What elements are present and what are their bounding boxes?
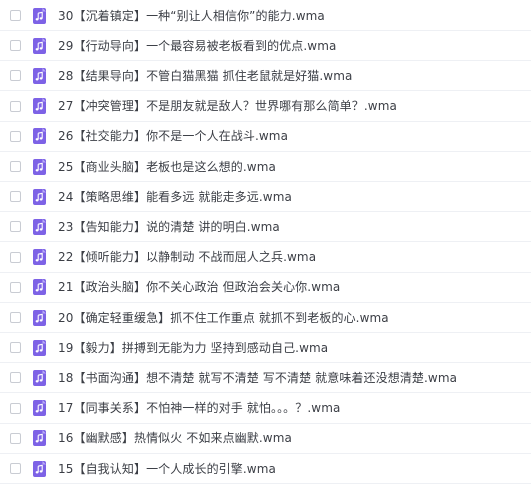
file-name[interactable]: 26【社交能力】你不是一个人在战斗.wma <box>58 129 288 143</box>
audio-file-icon <box>33 400 46 417</box>
file-row[interactable]: 27【冲突管理】不是朋友就是敌人？世界哪有那么简单？.wma <box>0 92 531 122</box>
row-checkbox[interactable] <box>10 40 21 52</box>
row-checkbox[interactable] <box>10 10 21 21</box>
row-checkbox[interactable] <box>10 251 21 263</box>
audio-file-icon <box>33 67 46 84</box>
audio-file-icon <box>33 460 46 477</box>
audio-file-icon <box>33 128 46 145</box>
file-row[interactable]: 29【行动导向】一个最容易被老板看到的优点.wma <box>0 31 531 62</box>
file-name[interactable]: 24【策略思维】能看多远 就能走多远.wma <box>58 190 292 204</box>
file-name[interactable]: 16【幽默感】热情似火 不如来点幽默.wma <box>58 431 292 445</box>
file-list: 30【沉着镇定】一种“别让人相信你”的能力.wma 29【行动导向】一个最容易被老… <box>0 0 531 485</box>
audio-file-icon <box>33 430 46 447</box>
file-row[interactable]: 20【确定轻重缓急】抓不住工作重点 就抓不到老板的心.wma <box>0 303 531 333</box>
file-row[interactable]: 19【毅力】拼搏到无能为力 坚持到感动自己.wma <box>0 333 531 364</box>
file-row[interactable]: 24【策略思维】能看多远 就能走多远.wma <box>0 182 531 213</box>
audio-file-icon <box>33 249 46 266</box>
file-name[interactable]: 19【毅力】拼搏到无能为力 坚持到感动自己.wma <box>58 341 328 355</box>
file-name[interactable]: 22【倾听能力】以静制动 不战而屈人之兵.wma <box>58 250 316 264</box>
file-name[interactable]: 20【确定轻重缓急】抓不住工作重点 就抓不到老板的心.wma <box>58 311 389 325</box>
file-name[interactable]: 29【行动导向】一个最容易被老板看到的优点.wma <box>58 39 336 53</box>
file-name[interactable]: 17【同事关系】不怕神一样的对手 就怕。。。？.wma <box>58 401 340 415</box>
file-row[interactable]: 26【社交能力】你不是一个人在战斗.wma <box>0 122 531 152</box>
audio-file-icon <box>33 218 46 235</box>
row-checkbox[interactable] <box>10 463 21 474</box>
row-checkbox[interactable] <box>10 312 21 323</box>
row-checkbox[interactable] <box>10 100 21 112</box>
row-checkbox[interactable] <box>10 281 21 293</box>
file-row[interactable]: 16【幽默感】热情似火 不如来点幽默.wma <box>0 424 531 454</box>
row-checkbox[interactable] <box>10 402 21 414</box>
audio-file-icon <box>33 7 46 24</box>
audio-file-icon <box>33 339 46 356</box>
row-checkbox[interactable] <box>10 221 21 233</box>
file-name[interactable]: 21【政治头脑】你不关心政治 但政治会关心你.wma <box>58 280 340 294</box>
row-checkbox[interactable] <box>10 191 21 203</box>
file-row[interactable]: 28【结果导向】不管白猫黑猫 抓住老鼠就是好猫.wma <box>0 61 531 92</box>
file-name[interactable]: 28【结果导向】不管白猫黑猫 抓住老鼠就是好猫.wma <box>58 69 352 83</box>
file-row[interactable]: 23【告知能力】说的清楚 讲的明白.wma <box>0 212 531 243</box>
file-name[interactable]: 27【冲突管理】不是朋友就是敌人？世界哪有那么简单？.wma <box>58 99 397 113</box>
audio-file-icon <box>33 188 46 205</box>
row-checkbox[interactable] <box>10 130 21 142</box>
file-row[interactable]: 15【自我认知】一个人成长的引擎.wma <box>0 454 531 484</box>
file-row[interactable]: 30【沉着镇定】一种“别让人相信你”的能力.wma <box>0 1 531 31</box>
file-row[interactable]: 21【政治头脑】你不关心政治 但政治会关心你.wma <box>0 273 531 303</box>
row-checkbox[interactable] <box>10 432 21 444</box>
file-row[interactable]: 18【书面沟通】想不清楚 就写不清楚 写不清楚 就意味着还没想清楚.wma <box>0 363 531 394</box>
audio-file-icon <box>33 279 46 296</box>
file-name[interactable]: 15【自我认知】一个人成长的引擎.wma <box>58 462 276 476</box>
file-row[interactable]: 25【商业头脑】老板也是这么想的.wma <box>0 152 531 182</box>
audio-file-icon <box>33 98 46 115</box>
file-name[interactable]: 23【告知能力】说的清楚 讲的明白.wma <box>58 220 280 234</box>
file-row[interactable]: 17【同事关系】不怕神一样的对手 就怕。。。？.wma <box>0 394 531 424</box>
audio-file-icon <box>33 369 46 386</box>
audio-file-icon <box>33 158 46 175</box>
audio-file-icon <box>33 309 46 326</box>
row-checkbox[interactable] <box>10 161 21 172</box>
row-checkbox[interactable] <box>10 342 21 354</box>
row-checkbox[interactable] <box>10 372 21 384</box>
file-name[interactable]: 25【商业头脑】老板也是这么想的.wma <box>58 160 276 174</box>
row-checkbox[interactable] <box>10 70 21 82</box>
file-name[interactable]: 18【书面沟通】想不清楚 就写不清楚 写不清楚 就意味着还没想清楚.wma <box>58 371 457 385</box>
audio-file-icon <box>33 37 46 54</box>
file-name[interactable]: 30【沉着镇定】一种“别让人相信你”的能力.wma <box>58 9 325 23</box>
file-row[interactable]: 22【倾听能力】以静制动 不战而屈人之兵.wma <box>0 243 531 273</box>
